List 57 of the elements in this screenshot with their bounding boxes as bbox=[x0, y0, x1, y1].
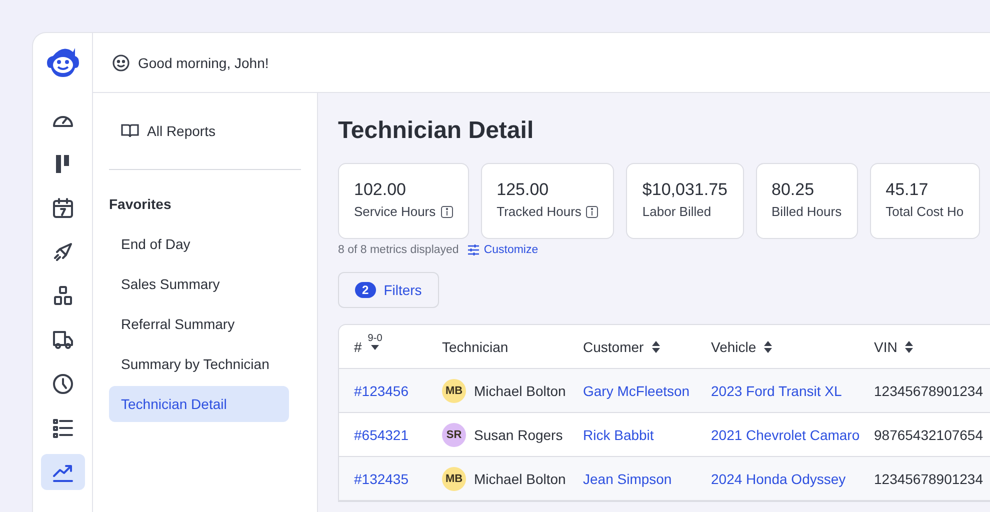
metrics-count-text: 8 of 8 metrics displayed bbox=[338, 244, 459, 256]
report-item[interactable]: Referral Summary bbox=[109, 306, 289, 342]
favorites-heading: Favorites bbox=[109, 196, 172, 214]
book-icon bbox=[121, 123, 139, 139]
filters-button[interactable]: 2 Filters bbox=[338, 272, 439, 308]
sort-order-label: 9-0 bbox=[368, 333, 382, 344]
info-icon[interactable] bbox=[586, 206, 598, 218]
metric-label: Tracked Hours bbox=[496, 204, 582, 219]
customer-link[interactable]: Jean Simpson bbox=[583, 470, 672, 486]
column-header[interactable]: Customer bbox=[583, 338, 644, 354]
report-item[interactable]: Sales Summary bbox=[109, 266, 289, 302]
order-number-link[interactable]: #132435 bbox=[354, 470, 409, 486]
metric-label: Labor Billed bbox=[642, 204, 712, 219]
vehicle-link[interactable]: 2021 Chevrolet Camaro bbox=[711, 426, 860, 442]
smiley-icon bbox=[112, 54, 130, 72]
vin-text: 12345678901234 bbox=[874, 470, 984, 486]
customer-link[interactable]: Gary McFleetson bbox=[583, 382, 690, 398]
vin-text: 12345678901234 bbox=[874, 382, 984, 398]
order-number-link[interactable]: #123456 bbox=[354, 382, 409, 398]
trend-chart-icon[interactable] bbox=[40, 454, 84, 490]
metric-value: 80.25 bbox=[772, 180, 816, 200]
greeting-text: Good morning, John! bbox=[138, 54, 269, 70]
vin-text: 98765432107654 bbox=[874, 426, 984, 442]
report-item[interactable]: Technician Detail bbox=[109, 386, 289, 422]
metric-value: $10,031.75 bbox=[642, 180, 728, 200]
report-item[interactable]: End of Day bbox=[109, 226, 289, 262]
avatar-initials: MB bbox=[442, 378, 466, 402]
sort-icon[interactable] bbox=[764, 340, 772, 352]
metric-value: 102.00 bbox=[354, 180, 407, 200]
info-icon[interactable] bbox=[440, 206, 453, 218]
customize-link[interactable]: Customize bbox=[466, 244, 538, 256]
avatar-initials: SR bbox=[442, 422, 466, 446]
page-title: Technician Detail bbox=[338, 117, 535, 145]
column-header[interactable]: # bbox=[354, 338, 362, 354]
column-header[interactable]: VIN bbox=[874, 338, 898, 354]
metric-value: 125.00 bbox=[496, 180, 550, 200]
customer-link[interactable]: Rick Babbit bbox=[583, 426, 654, 442]
avatar-initials: MB bbox=[442, 466, 466, 490]
order-number-link[interactable]: #654321 bbox=[354, 426, 409, 442]
technician-name: Michael Bolton bbox=[474, 470, 566, 486]
sort-icon[interactable] bbox=[905, 340, 914, 352]
metric-label: Service Hours bbox=[354, 204, 436, 219]
filter-count-badge: 2 bbox=[355, 282, 376, 298]
vehicle-link[interactable]: 2024 Honda Odyssey bbox=[711, 470, 846, 486]
metric-label: Total Cost Ho bbox=[886, 204, 964, 219]
technician-name: Susan Rogers bbox=[474, 426, 563, 442]
metric-value: 45.17 bbox=[886, 180, 930, 200]
sliders-icon bbox=[466, 244, 480, 256]
sort-icon[interactable] bbox=[652, 340, 660, 352]
caret-down-icon[interactable] bbox=[371, 345, 380, 350]
all-reports-link[interactable]: All Reports bbox=[109, 93, 301, 169]
technician-name: Michael Bolton bbox=[474, 382, 566, 398]
report-item[interactable]: Summary by Technician bbox=[109, 346, 289, 382]
metric-label: Billed Hours bbox=[772, 204, 842, 219]
column-header[interactable]: Vehicle bbox=[711, 338, 756, 354]
column-header[interactable]: Technician bbox=[442, 338, 508, 354]
vehicle-link[interactable]: 2023 Ford Transit XL bbox=[711, 382, 842, 398]
